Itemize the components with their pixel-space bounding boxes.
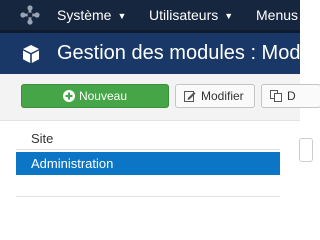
sidebar-item-label: Administration (31, 156, 114, 171)
sidebar-item-administration[interactable]: Administration (16, 152, 280, 175)
edit-button[interactable]: Modifier (175, 84, 255, 108)
chevron-down-icon: ▼ (224, 11, 234, 21)
sidebar-divider (16, 196, 280, 197)
joomla-logo-icon[interactable] (20, 5, 40, 25)
menu-menus[interactable]: Menus (256, 0, 298, 30)
top-navbar: Système ▼ Utilisateurs ▼ Menus (0, 0, 300, 30)
page-header: Gestion des modules : Mod (0, 33, 300, 74)
menu-label: Utilisateurs (149, 7, 219, 23)
duplicate-button[interactable]: D (261, 84, 320, 108)
edit-button-label: Modifier (201, 89, 244, 103)
new-button[interactable]: Nouveau (21, 84, 169, 108)
toolbar: Nouveau Modifier D (0, 74, 320, 121)
page-title: Gestion des modules : Mod (57, 42, 301, 64)
sidebar-divider (16, 149, 280, 150)
sidebar-label: Site (31, 131, 54, 146)
menu-systeme[interactable]: Système ▼ (57, 0, 126, 30)
new-button-label: Nouveau (78, 89, 128, 103)
duplicate-button-label: D (287, 89, 296, 103)
menu-label: Menus (256, 7, 299, 23)
menu-utilisateurs[interactable]: Utilisateurs ▼ (149, 0, 233, 30)
copy-icon (270, 90, 282, 102)
menu-label: Système (57, 7, 112, 23)
cube-icon (23, 45, 39, 63)
plus-circle-icon (62, 90, 75, 102)
chevron-down-icon: ▼ (117, 11, 127, 21)
filter-select[interactable] (299, 138, 313, 162)
pencil-icon (184, 91, 196, 102)
